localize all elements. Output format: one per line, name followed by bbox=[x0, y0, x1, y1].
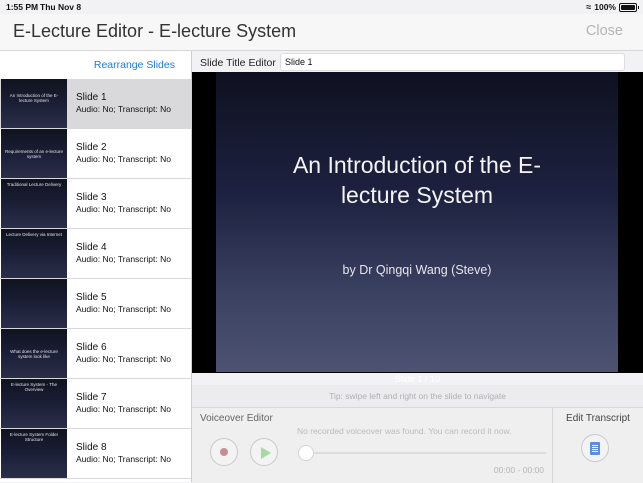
editor-main: Slide Title Editor Slide 1 An Introducti… bbox=[192, 51, 643, 483]
play-icon bbox=[261, 447, 271, 459]
audio-progress-thumb[interactable] bbox=[298, 445, 314, 461]
play-button[interactable] bbox=[250, 438, 278, 466]
voiceover-label: Voiceover Editor bbox=[200, 413, 273, 424]
slide-thumbnail: Traditional Lecture Delivery bbox=[1, 179, 67, 228]
status-bar: 1:55 PM Thu Nov 8 ≈ 100% bbox=[0, 0, 643, 14]
slide-list: An Introduction of the E-lecture System S… bbox=[0, 79, 191, 479]
slide-viewer[interactable]: An Introduction of the E-lecture System … bbox=[192, 72, 643, 384]
nav-bar: E-Lecture Editor - E-lecture System Clos… bbox=[0, 14, 643, 51]
slide-item-title: Slide 5 bbox=[76, 292, 107, 303]
transcript-panel: Edit Transcript bbox=[553, 407, 643, 483]
voiceover-editor: Voiceover Editor No recorded voiceover w… bbox=[192, 407, 553, 483]
voiceover-message: No recorded voiceover was found. You can… bbox=[297, 426, 512, 436]
slide-list-item[interactable]: Slide 5 Audio: No; Transcript: No bbox=[0, 279, 191, 329]
slide-counter: Slide 1 / 10 bbox=[394, 374, 441, 384]
navigation-tip: Tip: swipe left and right on the slide t… bbox=[329, 391, 506, 401]
slide-thumbnail: What does the e-lecture system look like bbox=[1, 329, 67, 378]
slide-list-item[interactable]: Traditional Lecture Delivery Slide 3 Audio… bbox=[0, 179, 191, 229]
slide-heading-text: An Introduction of the E-lecture System bbox=[292, 152, 542, 208]
slide-heading: An Introduction of the E-lecture System bbox=[216, 150, 618, 210]
audio-progress-track[interactable] bbox=[299, 452, 546, 454]
slide-item-title: Slide 1 bbox=[76, 92, 107, 103]
slide-thumbnail: Requirements of an e-lecture system bbox=[1, 129, 67, 178]
edit-transcript-label: Edit Transcript bbox=[566, 413, 630, 424]
slide-item-status: Audio: No; Transcript: No bbox=[76, 254, 171, 264]
document-icon bbox=[590, 442, 600, 455]
battery-icon bbox=[619, 2, 639, 12]
slide-thumbnail: E-lecture System - The Overview bbox=[1, 379, 67, 428]
slide-item-title: Slide 3 bbox=[76, 192, 107, 203]
slide-list-item[interactable]: Requirements of an e-lecture system Slide… bbox=[0, 129, 191, 179]
slide-item-status: Audio: No; Transcript: No bbox=[76, 354, 171, 364]
close-button[interactable]: Close bbox=[586, 23, 623, 39]
slide-sidebar: Rearrange Slides An Introduction of the … bbox=[0, 51, 192, 482]
slide-thumbnail-text: What does the e-lecture system look like bbox=[10, 349, 58, 359]
slide-item-status: Audio: No; Transcript: No bbox=[76, 154, 171, 164]
slide-thumbnail: An Introduction of the E-lecture System bbox=[1, 79, 67, 128]
slide-item-status: Audio: No; Transcript: No bbox=[76, 304, 171, 314]
slide-item-status: Audio: No; Transcript: No bbox=[76, 104, 171, 114]
battery-percent: 100% bbox=[594, 2, 616, 12]
slide-item-status: Audio: No; Transcript: No bbox=[76, 204, 171, 214]
slide-thumbnail: E-lecture System Folder Structure bbox=[1, 429, 67, 478]
slide-item-title: Slide 4 bbox=[76, 242, 107, 253]
slide-title-label: Slide Title Editor bbox=[200, 57, 276, 69]
slide-thumbnail-text: Lecture Delivery via Internet bbox=[5, 232, 63, 237]
rearrange-slides-button[interactable]: Rearrange Slides bbox=[94, 59, 175, 71]
edit-transcript-button[interactable] bbox=[581, 434, 609, 462]
audio-time: 00:00 - 00:00 bbox=[493, 465, 544, 475]
slide-list-item[interactable]: E-lecture System Folder Structure Slide 8… bbox=[0, 429, 191, 479]
slide-preview[interactable]: An Introduction of the E-lecture System … bbox=[216, 72, 618, 372]
slide-subtitle: by Dr Qingqi Wang (Steve) bbox=[342, 263, 492, 277]
status-time: 1:55 PM bbox=[6, 2, 39, 12]
record-icon bbox=[220, 448, 228, 456]
slide-list-item[interactable]: Lecture Delivery via Internet Slide 4 Audi… bbox=[0, 229, 191, 279]
slide-thumbnail-text: E-lecture System - The Overview bbox=[11, 382, 57, 392]
slide-title-input[interactable]: Slide 1 bbox=[280, 53, 625, 71]
wifi-icon: ≈ bbox=[586, 2, 592, 12]
slide-thumbnail-text: E-lecture System Folder Structure bbox=[9, 432, 59, 442]
slide-thumbnail-text: Traditional Lecture Delivery bbox=[6, 182, 62, 187]
slide-thumbnail bbox=[1, 279, 67, 328]
slide-item-title: Slide 6 bbox=[76, 342, 107, 353]
slide-item-title: Slide 7 bbox=[76, 392, 107, 403]
slide-item-title: Slide 2 bbox=[76, 142, 107, 153]
slide-list-item[interactable]: An Introduction of the E-lecture System S… bbox=[0, 79, 191, 129]
slide-list-item[interactable]: What does the e-lecture system look like… bbox=[0, 329, 191, 379]
slide-thumbnail-text: Requirements of an e-lecture system bbox=[4, 149, 64, 159]
record-button[interactable] bbox=[210, 438, 238, 466]
slide-item-status: Audio: No; Transcript: No bbox=[76, 404, 171, 414]
status-date: Thu Nov 8 bbox=[40, 2, 82, 12]
slide-thumbnail: Lecture Delivery via Internet bbox=[1, 229, 67, 278]
page-title: E-Lecture Editor - E-lecture System bbox=[13, 21, 297, 41]
slide-item-title: Slide 8 bbox=[76, 442, 107, 453]
slide-thumbnail-text: An Introduction of the E-lecture System bbox=[9, 93, 59, 103]
status-right: ≈ 100% bbox=[586, 2, 639, 12]
slide-list-item[interactable]: E-lecture System - The Overview Slide 7 Au… bbox=[0, 379, 191, 429]
tip-bar: Tip: swipe left and right on the slide t… bbox=[192, 385, 643, 407]
slide-item-status: Audio: No; Transcript: No bbox=[76, 454, 171, 464]
